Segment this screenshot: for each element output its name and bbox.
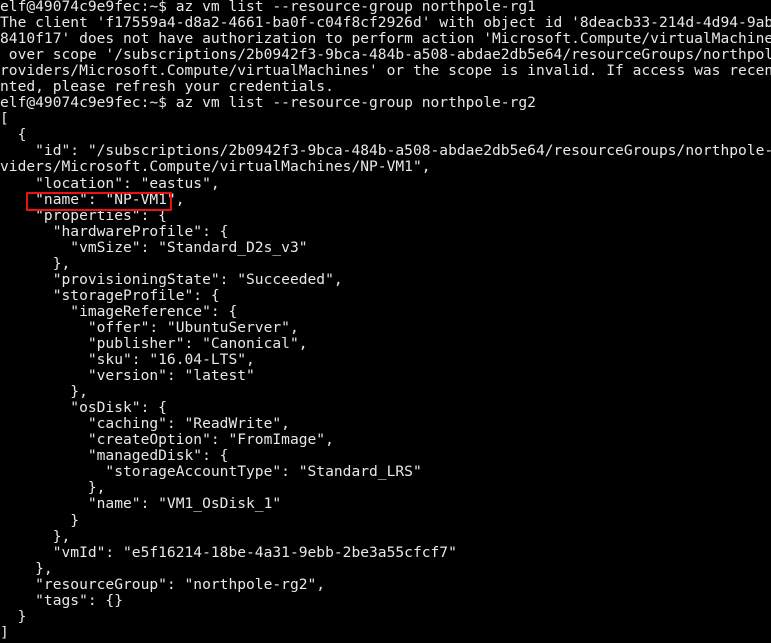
terminal-line: }, — [0, 383, 88, 401]
terminal-line: "name": "VM1_OsDisk_1" — [0, 495, 282, 513]
terminal-line: "sku": "16.04-LTS", — [0, 351, 255, 369]
terminal-line: "resourceGroup": "northpole-rg2", — [0, 575, 326, 593]
terminal-line: "vmId": "e5f16214-18be-4a31-9ebb-2be3a55… — [0, 543, 457, 561]
terminal-line: { — [0, 126, 27, 144]
terminal-line: "name": "NP-VM1", — [0, 190, 185, 208]
terminal-line: "managedDisk": { — [0, 447, 229, 465]
terminal-line: } — [0, 511, 80, 529]
terminal-line: }, — [0, 479, 106, 497]
terminal-line: "storageProfile": { — [0, 286, 220, 304]
terminal-line: "tags": {} — [0, 591, 124, 609]
terminal-line: ] — [0, 623, 9, 641]
terminal-line: }, — [0, 559, 53, 577]
terminal-line: "location": "eastus", — [0, 174, 220, 192]
terminal-line: "publisher": "Canonical", — [0, 334, 308, 352]
terminal-line: elf@49074c9e9fec:~$ az vm list --resourc… — [0, 0, 536, 15]
terminal-line: [ — [0, 110, 9, 128]
terminal-line: over scope '/subscriptions/2b0942f3-9bca… — [0, 46, 771, 64]
terminal-line: roviders/Microsoft.Compute/virtualMachin… — [0, 62, 771, 80]
terminal-line: }, — [0, 254, 71, 272]
terminal-line: "caching": "ReadWrite", — [0, 415, 290, 433]
terminal-line: "hardwareProfile": { — [0, 222, 229, 240]
terminal-line: elf@49074c9e9fec:~$ az vm list --resourc… — [0, 94, 536, 112]
terminal-line: 8410f17' does not have authorization to … — [0, 30, 771, 48]
terminal-window[interactable]: elf@49074c9e9fec:~$ az vm list --resourc… — [0, 0, 771, 643]
terminal-line: }, — [0, 527, 71, 545]
terminal-line: "version": "latest" — [0, 367, 255, 385]
terminal-line: "offer": "UbuntuServer", — [0, 318, 299, 336]
terminal-line: nted, please refresh your credentials. — [0, 78, 334, 96]
terminal-line: "storageAccountType": "Standard_LRS" — [0, 463, 422, 481]
terminal-line: The client 'f17559a4-d8a2-4661-ba0f-c04f… — [0, 14, 771, 32]
terminal-line: "imageReference": { — [0, 302, 238, 320]
terminal-line: "provisioningState": "Succeeded", — [0, 270, 343, 288]
terminal-line: "id": "/subscriptions/2b0942f3-9bca-484b… — [0, 142, 771, 160]
terminal-line: } — [0, 607, 27, 625]
terminal-line: "osDisk": { — [0, 399, 167, 417]
terminal-output: elf@49074c9e9fec:~$ az vm list --resourc… — [0, 0, 771, 641]
terminal-line: "properties": { — [0, 206, 167, 224]
terminal-line: "vmSize": "Standard_D2s_v3" — [0, 238, 308, 256]
terminal-line: viders/Microsoft.Compute/virtualMachines… — [0, 158, 431, 176]
terminal-line: "createOption": "FromImage", — [0, 431, 334, 449]
